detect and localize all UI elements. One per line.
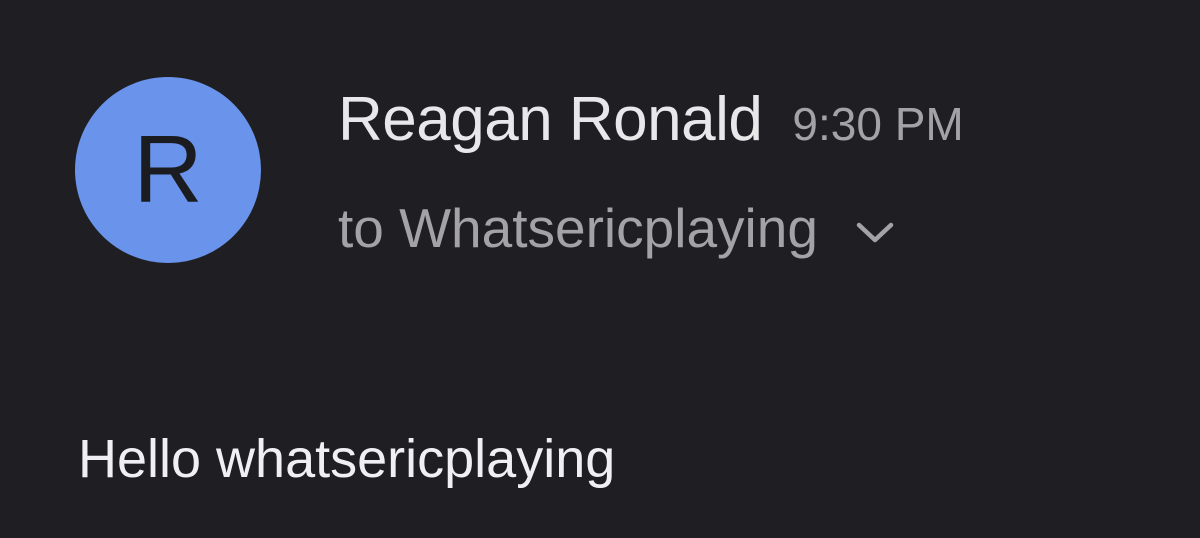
sender-line: Reagan Ronald 9:30 PM (338, 84, 964, 164)
sender-name[interactable]: Reagan Ronald (338, 84, 763, 155)
chevron-down-icon[interactable] (854, 220, 896, 246)
avatar-letter: R (133, 116, 203, 223)
recipient-text: to Whatsericplaying (338, 197, 818, 259)
message-time: 9:30 PM (792, 98, 964, 150)
message-body: Hello whatsericplaying (78, 429, 616, 489)
recipient-details-toggle[interactable]: to Whatsericplaying (338, 196, 896, 260)
sender-avatar[interactable]: R (75, 77, 261, 263)
